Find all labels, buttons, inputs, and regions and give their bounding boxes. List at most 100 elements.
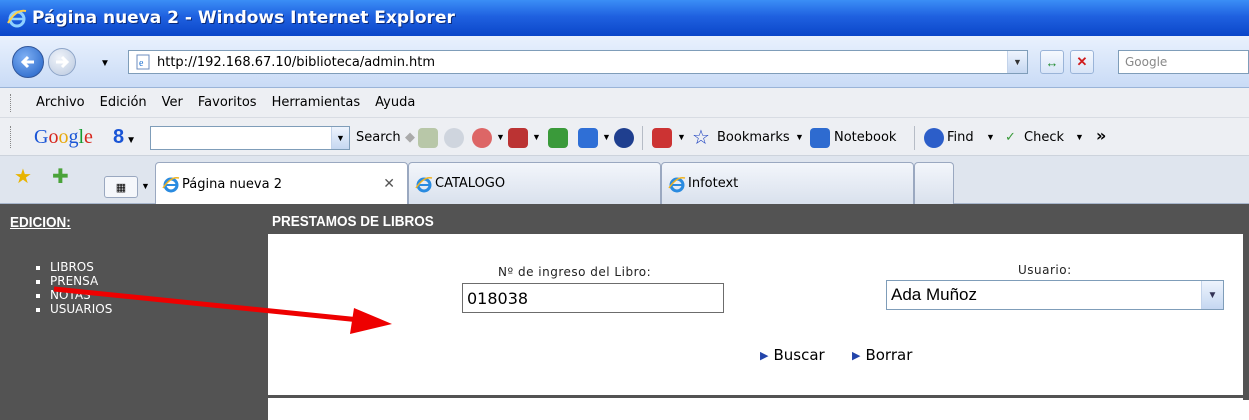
quick-tabs-button[interactable]: ▦ (104, 176, 138, 198)
sidebar-item-notas[interactable]: NOTAS (50, 288, 112, 302)
refresh-icon: ↔ (1045, 54, 1059, 70)
toolbar-grip (10, 126, 12, 148)
google-logo[interactable]: Google (34, 126, 93, 149)
star-icon: ☆ (692, 125, 710, 149)
share-dropdown-icon[interactable]: ▼ (602, 132, 611, 142)
address-toolbar: ▼ e http://192.168.67.10/biblioteca/admi… (0, 36, 1249, 88)
address-dropdown-icon[interactable]: ▼ (1007, 51, 1027, 73)
separator (914, 126, 915, 150)
share-icon[interactable] (578, 128, 598, 148)
youtube-dropdown-icon[interactable]: ▼ (532, 132, 541, 142)
google-menu-button[interactable]: 8 ▼ (113, 126, 136, 149)
menu-archivo[interactable]: Archivo (36, 95, 85, 110)
tab-infotext[interactable]: Infotext (661, 162, 914, 204)
find-button[interactable]: Find (947, 130, 974, 145)
tab-label: Infotext (688, 176, 739, 191)
borrar-label: Borrar (865, 346, 913, 364)
bullet-arrow-icon: ▶ (852, 348, 861, 362)
search-arrow-icon: ◆ (405, 130, 415, 145)
ingreso-input[interactable]: 018038 (462, 283, 724, 313)
menu-ver[interactable]: Ver (162, 95, 183, 110)
search-input[interactable]: Google (1118, 50, 1249, 74)
sidebar-item-prensa[interactable]: PRENSA (50, 274, 112, 288)
menu-herramientas[interactable]: Herramientas (272, 95, 361, 110)
add-favorite-icon[interactable]: ✚ (52, 164, 69, 189)
tab-pagina-nueva-2[interactable]: Página nueva 2 ✕ (155, 162, 408, 205)
stop-button[interactable]: ✕ (1070, 50, 1094, 74)
google-toolbar: Google 8 ▼ ▼ Search ◆ ▼ ▼ ▼ ▼ ☆ Bookmarks… (0, 118, 1249, 156)
buscar-link[interactable]: ▶ Buscar (760, 346, 825, 364)
usuario-label: Usuario: (1018, 263, 1072, 277)
ie-page-icon (668, 176, 686, 192)
sidebar-list: LIBROS PRENSA NOTAS USUARIOS (50, 260, 112, 316)
tab-catalogo[interactable]: CATALOGO (408, 162, 661, 204)
google-search-input[interactable]: ▼ (150, 126, 350, 150)
section-header: PRESTAMOS DE LIBROS (268, 204, 1249, 234)
book-icon[interactable] (548, 128, 568, 148)
loan-form (268, 234, 1249, 398)
globe-icon[interactable] (614, 128, 634, 148)
find-icon[interactable] (924, 128, 944, 148)
tab-label: Página nueva 2 (182, 176, 282, 192)
back-button[interactable] (12, 46, 44, 78)
menu-ayuda[interactable]: Ayuda (375, 95, 415, 110)
ie-page-icon (162, 176, 180, 193)
popup-blocker-icon[interactable] (472, 128, 492, 148)
separator (642, 126, 643, 150)
forward-arrow-icon (56, 55, 70, 69)
window-title: Página nueva 2 - Windows Internet Explor… (32, 8, 455, 28)
find-dropdown-icon[interactable]: ▼ (986, 132, 995, 142)
bullet-arrow-icon: ▶ (760, 348, 769, 362)
tab-label: CATALOGO (435, 176, 506, 191)
toolbar-grip (10, 94, 12, 112)
usuario-dropdown-icon[interactable]: ▼ (1201, 281, 1223, 309)
quick-tabs-icon: ▦ (115, 181, 127, 194)
magnifier-icon[interactable] (444, 128, 464, 148)
sidebar: EDICION: LIBROS PRENSA NOTAS USUARIOS (0, 204, 268, 420)
menu-favoritos[interactable]: Favoritos (198, 95, 257, 110)
sidebar-item-libros[interactable]: LIBROS (50, 260, 112, 274)
borrar-link[interactable]: ▶ Borrar (852, 346, 912, 364)
close-tab-icon[interactable]: ✕ (383, 176, 395, 192)
usuario-selected-value: Ada Muñoz (891, 285, 977, 304)
google-search-button[interactable]: Search (356, 130, 401, 145)
google-search-dropdown-icon[interactable]: ▼ (331, 127, 349, 149)
youtube-icon[interactable] (508, 128, 528, 148)
buscar-label: Buscar (773, 346, 825, 364)
notebook-button[interactable]: Notebook (834, 130, 896, 145)
right-border (1243, 204, 1249, 400)
recent-pages-dropdown-icon[interactable]: ▼ (100, 58, 110, 69)
bookmarks-button[interactable]: Bookmarks (717, 130, 790, 145)
check-button[interactable]: Check (1024, 130, 1064, 145)
popup-dropdown-icon[interactable]: ▼ (496, 132, 505, 142)
internet-explorer-icon (7, 9, 27, 28)
address-bar[interactable]: e http://192.168.67.10/biblioteca/admin.… (128, 50, 1028, 74)
svg-text:e: e (139, 58, 144, 69)
menu-bar: Archivo Edición Ver Favoritos Herramient… (0, 88, 1249, 118)
ie-page-icon (415, 176, 433, 192)
new-tab-button[interactable] (914, 162, 954, 204)
spellcheck-icon: ✓ (1005, 130, 1016, 145)
forward-button[interactable] (48, 48, 76, 76)
refresh-button[interactable]: ↔ (1040, 50, 1064, 74)
section-title: PRESTAMOS DE LIBROS (272, 213, 434, 230)
toolbar-overflow-button[interactable]: » (1096, 126, 1106, 145)
back-arrow-icon (20, 55, 34, 69)
tab-list-dropdown-icon[interactable]: ▼ (141, 181, 150, 191)
favorites-center-icon[interactable]: ★ (14, 164, 32, 189)
sidebar-item-usuarios[interactable]: USUARIOS (50, 302, 112, 316)
usuario-select[interactable]: Ada Muñoz ▼ (886, 280, 1224, 310)
ingreso-label: Nº de ingreso del Libro: (498, 265, 652, 279)
autofill-dropdown-icon[interactable]: ▼ (677, 132, 686, 142)
check-dropdown-icon[interactable]: ▼ (1075, 132, 1084, 142)
pagerank-icon[interactable] (418, 128, 438, 148)
bookmarks-dropdown-icon[interactable]: ▼ (795, 132, 804, 142)
address-url: http://192.168.67.10/biblioteca/admin.ht… (157, 54, 436, 70)
autofill-icon[interactable] (652, 128, 672, 148)
menu-edicion[interactable]: Edición (100, 95, 147, 110)
notebook-icon[interactable] (810, 128, 830, 148)
sidebar-heading[interactable]: EDICION: (10, 214, 71, 231)
page-icon: e (136, 54, 150, 70)
window-titlebar: Página nueva 2 - Windows Internet Explor… (0, 0, 1249, 36)
stop-icon: ✕ (1076, 54, 1088, 69)
